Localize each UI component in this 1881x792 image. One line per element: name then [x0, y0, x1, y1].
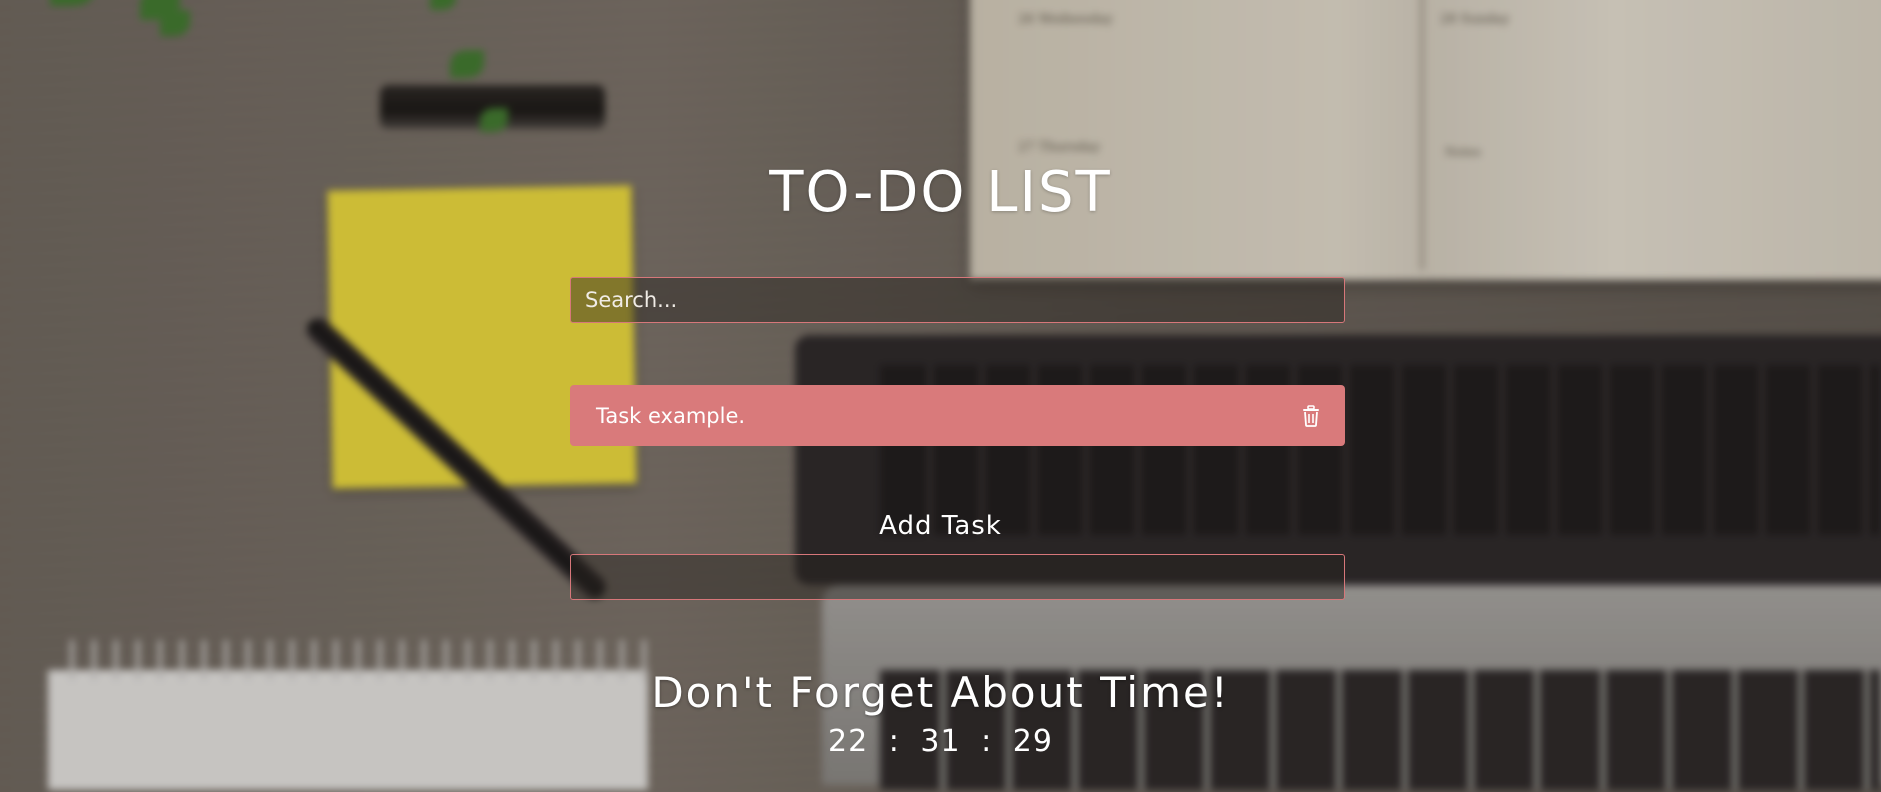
trash-icon[interactable] — [1301, 404, 1321, 427]
reminder-heading: Don't Forget About Time! — [651, 668, 1230, 717]
search-input[interactable] — [570, 277, 1345, 323]
add-task-label: Add Task — [879, 511, 1002, 541]
clock-minutes: 31 — [920, 724, 961, 759]
todo-app: TO-DO LIST Task example. Add Task — [0, 0, 1881, 792]
add-task-form — [570, 554, 1345, 600]
page-title: TO-DO LIST — [769, 160, 1112, 225]
app-window: 26 Wednesday 28 Sunday 27 Thursday Notes… — [0, 0, 1881, 792]
clock-separator: : — [888, 724, 900, 759]
trash-icon-graphic — [1303, 404, 1319, 427]
search-form — [570, 277, 1345, 323]
clock-hours: 22 — [828, 724, 869, 759]
task-list: Task example. — [570, 385, 1345, 446]
task-text: Task example. — [596, 403, 746, 428]
clock: 22 : 31 : 29 — [0, 724, 1881, 759]
clock-seconds: 29 — [1012, 724, 1053, 759]
add-task-input[interactable] — [570, 554, 1345, 600]
clock-separator: : — [981, 724, 993, 759]
list-item: Task example. — [570, 385, 1345, 446]
